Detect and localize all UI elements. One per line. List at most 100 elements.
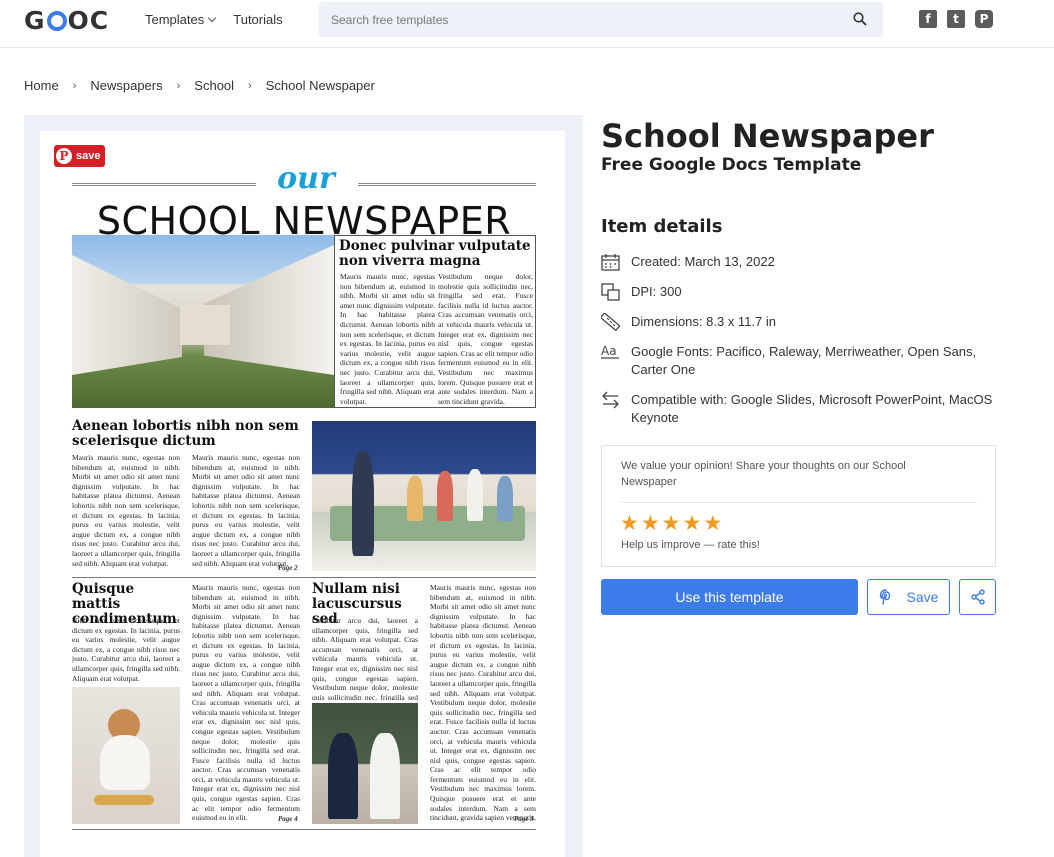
logo-o-ring	[46, 10, 67, 31]
ruler-icon	[601, 313, 620, 331]
article-1-column-a: Mauris mauris nunc, egestas non bibendum…	[340, 272, 435, 406]
student-figure	[497, 476, 513, 521]
classroom-photo	[312, 421, 536, 571]
twitter-icon[interactable]: t	[947, 10, 965, 28]
logo-letter-o: O	[67, 6, 90, 35]
detail-dpi: DPI: 300	[601, 283, 1001, 301]
building-left-wing	[72, 255, 182, 375]
nav-tutorials[interactable]: Tutorials	[233, 12, 282, 27]
page-number-4: Page 4	[278, 815, 298, 823]
breadcrumb-current: School Newspaper	[265, 78, 375, 93]
article-1-column-b: Vestibulum neque dolor, molestie quis so…	[438, 272, 533, 406]
svg-text:Aa: Aa	[601, 344, 617, 358]
newspaper-page[interactable]: our SCHOOL NEWSPAPER Donec pulvinar vulp…	[40, 131, 565, 857]
site-header: GOC Templates Tutorials f t P	[0, 0, 1054, 48]
masthead-rule-left	[72, 183, 256, 186]
breadcrumb-home[interactable]: Home	[24, 78, 59, 93]
detail-created-text: Created: March 13, 2022	[631, 254, 775, 269]
use-template-button[interactable]: Use this template	[601, 579, 858, 615]
page-subtitle: Free Google Docs Template	[601, 155, 862, 175]
calendar-icon	[601, 253, 620, 271]
student-figure	[437, 471, 453, 521]
search-icon[interactable]	[853, 12, 867, 26]
save-button-label: Save	[906, 589, 939, 605]
nav-templates[interactable]: Templates	[145, 12, 217, 27]
logo-letter-c: C	[89, 6, 110, 35]
page-number-3: Page 3	[514, 815, 534, 823]
star-icon[interactable]: ★	[703, 513, 722, 534]
star-rating: ★ ★ ★ ★ ★	[620, 513, 722, 534]
pinterest-icon[interactable]: P	[975, 10, 993, 28]
student-figure	[328, 733, 358, 819]
nav-tutorials-label: Tutorials	[233, 12, 283, 27]
star-icon[interactable]: ★	[641, 513, 660, 534]
star-icon[interactable]: ★	[682, 513, 701, 534]
gdoc-logo[interactable]: GOC	[24, 6, 109, 35]
page-title: School Newspaper	[601, 117, 934, 155]
detail-fonts: Aa Google Fonts: Pacifico, Raleway, Merr…	[601, 343, 1001, 379]
page-bottom-rule	[72, 829, 536, 830]
share-button[interactable]	[959, 579, 996, 615]
social-links: f t P	[919, 10, 993, 28]
chevron-right-icon: ›	[248, 79, 252, 92]
star-icon[interactable]: ★	[662, 513, 681, 534]
school-building-photo	[72, 235, 334, 408]
article-4-column-a: Curabitur arcu dui, laoreet a ullamcorpe…	[312, 616, 418, 700]
headline-2: Aenean lobortis nibh non sem scelerisque…	[72, 418, 299, 449]
kid-body	[100, 735, 150, 790]
share-icon	[970, 589, 985, 605]
teacher-figure	[352, 451, 374, 556]
student-figure	[467, 469, 483, 521]
facebook-icon[interactable]: f	[919, 10, 937, 28]
masthead-rule-right	[358, 183, 536, 186]
font-icon: Aa	[601, 343, 620, 361]
feedback-box: We value your opinion! Share your though…	[601, 445, 996, 567]
detail-created: Created: March 13, 2022	[601, 253, 1001, 271]
student-figure	[370, 733, 400, 819]
masthead-script: our	[277, 161, 335, 196]
breadcrumb: Home › Newspapers › School › School News…	[24, 78, 375, 93]
breadcrumb-school[interactable]: School	[194, 78, 234, 93]
feedback-prompt: We value your opinion! Share your though…	[621, 460, 906, 488]
chevron-right-icon: ›	[176, 79, 181, 92]
pinterest-icon: P	[56, 148, 72, 164]
chevron-right-icon: ›	[72, 79, 77, 92]
main-nav: Templates Tutorials	[145, 12, 283, 27]
article-4-column-b: Mauris mauris nunc, egestas non bibendum…	[430, 583, 536, 823]
nav-templates-label: Templates	[145, 12, 205, 27]
save-button[interactable]: Save	[867, 579, 950, 615]
search-bar	[319, 2, 883, 37]
template-preview: P save our SCHOOL NEWSPAPER Donec pulvin…	[24, 115, 583, 857]
divider	[621, 502, 977, 503]
pinterest-save-button[interactable]: P save	[54, 145, 106, 167]
pinterest-icon	[879, 589, 890, 605]
article-3-column-b: Mauris mauris nunc, egestas non bibendum…	[192, 583, 300, 823]
students-photo	[312, 703, 418, 824]
skateboard	[94, 795, 154, 805]
detail-fonts-text: Google Fonts: Pacifico, Raleway, Merriwe…	[631, 344, 977, 377]
detail-dpi-text: DPI: 300	[631, 284, 682, 299]
item-details-heading: Item details	[601, 216, 723, 237]
article-3-column-a: Nibh non sem scelerisque, et dictum ex e…	[72, 616, 180, 683]
detail-compatibility: Compatible with: Google Slides, Microsof…	[601, 391, 1001, 427]
star-icon[interactable]: ★	[620, 513, 639, 534]
article-2-column-b: Mauris mauris nunc, egestas non bibendum…	[192, 453, 300, 568]
headline-1: Donec pulvinar vulputate non viverra mag…	[339, 238, 531, 269]
swap-arrows-icon	[601, 391, 620, 409]
breadcrumb-newspapers[interactable]: Newspapers	[90, 78, 162, 93]
search-input[interactable]	[319, 2, 819, 37]
detail-dimensions: Dimensions: 8.3 x 11.7 in	[601, 313, 1001, 331]
article-2-column-a: Mauris mauris nunc, egestas non bibendum…	[72, 453, 180, 568]
detail-dimensions-text: Dimensions: 8.3 x 11.7 in	[631, 314, 776, 329]
kid-skateboard-photo	[72, 687, 180, 824]
dpi-icon	[601, 283, 620, 301]
logo-letter-g: G	[24, 6, 46, 35]
student-figure	[407, 476, 423, 521]
building-center	[180, 305, 230, 345]
section-divider	[72, 577, 536, 578]
page-number-2: Page 2	[278, 564, 298, 572]
rating-help-text: Help us improve — rate this!	[621, 539, 760, 551]
pin-save-label: save	[76, 150, 101, 162]
chevron-down-icon	[208, 13, 217, 23]
detail-compatibility-text: Compatible with: Google Slides, Microsof…	[631, 392, 993, 425]
